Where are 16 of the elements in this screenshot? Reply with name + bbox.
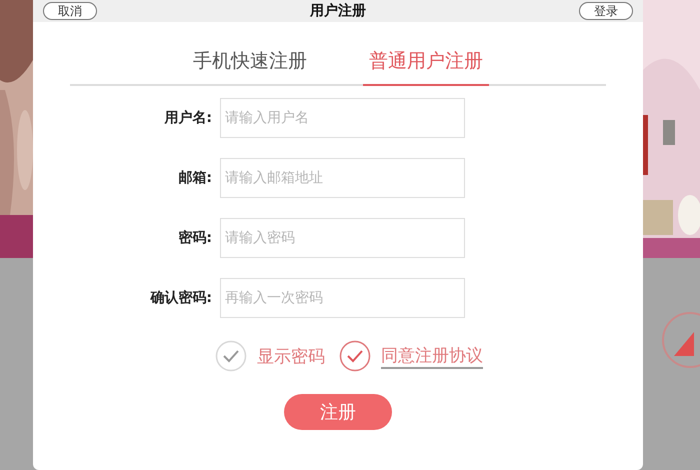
field-label: 密码: xyxy=(177,229,212,247)
input-field[interactable]: 请输入密码 xyxy=(220,218,465,258)
field-label: 确认密码: xyxy=(149,289,212,307)
tab[interactable]: 普通用户注册 xyxy=(363,42,489,86)
input-field[interactable]: 请输入邮箱地址 xyxy=(220,158,465,198)
cancel-button[interactable]: 取消 xyxy=(43,2,97,20)
checkbox[interactable] xyxy=(339,340,371,372)
page-title: 用户注册 xyxy=(310,2,366,20)
login-button[interactable]: 登录 xyxy=(579,2,633,20)
field-label: 用户名: xyxy=(163,109,212,127)
input-field[interactable]: 请输入用户名 xyxy=(220,98,465,138)
input-field[interactable]: 再输入一次密码 xyxy=(220,278,465,318)
option-label: 显示密码 xyxy=(257,346,325,368)
field-label: 邮箱: xyxy=(177,169,212,187)
triangle-icon xyxy=(660,310,700,370)
tab[interactable]: 手机快速注册 xyxy=(187,42,313,86)
